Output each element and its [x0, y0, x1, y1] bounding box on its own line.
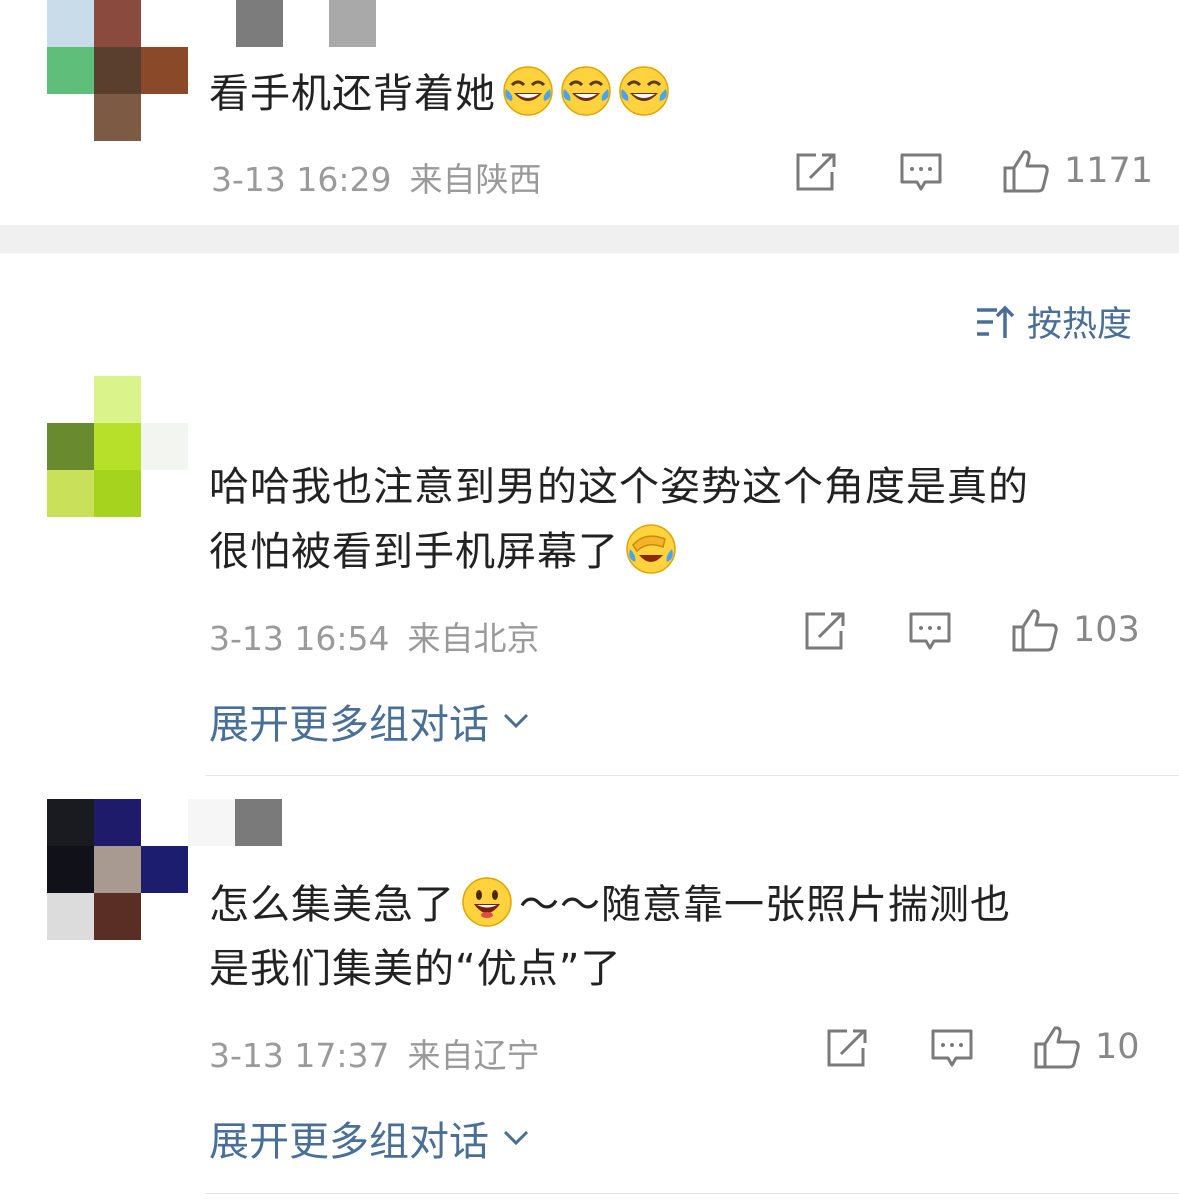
sort-label: 按热度 [1027, 305, 1133, 345]
comment-icon [909, 612, 951, 650]
sort-icon [977, 305, 1015, 338]
thumbs-up-icon [1012, 609, 1058, 652]
chevron-down-icon [503, 713, 529, 729]
comment-text-segment: 怎么集美急了 [209, 882, 455, 928]
comment-text-line: 哈哈我也注意到男的这个姿势这个角度是真的 [209, 464, 1029, 510]
comment-location: 来自北京 [407, 619, 540, 658]
comment-icon [931, 1029, 973, 1067]
comment-time: 3-13 16:29 [211, 160, 392, 199]
like-count: 10 [1095, 1027, 1140, 1067]
share-icon [827, 1029, 867, 1067]
like-button[interactable]: 103 [1011, 607, 1140, 653]
like-count: 1171 [1064, 151, 1154, 191]
like-count: 103 [1073, 610, 1140, 650]
comment-text: 看手机还背着她 [209, 62, 670, 126]
comment-icon [900, 153, 942, 191]
chevron-down-icon [503, 1130, 529, 1146]
comment-divider [205, 1193, 1179, 1194]
share-icon [796, 153, 836, 191]
grinning-emoji [462, 877, 512, 927]
comment-location: 来自辽宁 [407, 1036, 540, 1075]
share-button[interactable] [794, 152, 838, 192]
like-button[interactable]: 1171 [1002, 148, 1153, 194]
sort-toggle[interactable]: 按热度 [975, 296, 1132, 347]
reply-button[interactable] [908, 611, 952, 653]
comment-text-segment: ～～随意靠一张照片揣测也 [519, 882, 1011, 928]
reply-button[interactable] [899, 152, 943, 194]
share-icon [805, 612, 845, 650]
laughing-tears-emoji [503, 66, 553, 116]
share-button[interactable] [825, 1028, 869, 1068]
avatar[interactable] [47, 0, 188, 141]
username[interactable] [236, 0, 376, 47]
thumbs-up-icon [1003, 150, 1049, 193]
expand-conversation-link[interactable]: 展开更多组对话 [209, 692, 529, 750]
comment-text-line: 是我们集美的“优点”了 [209, 946, 622, 992]
reply-button[interactable] [930, 1028, 974, 1070]
comment-meta: 3-13 17:37 来自辽宁 [209, 1029, 540, 1077]
thumbs-up-icon [1034, 1026, 1080, 1069]
section-divider [0, 225, 1179, 253]
comment-time: 3-13 17:37 [209, 1036, 390, 1075]
comment-text: 很怕被看到手机屏幕了 [209, 520, 677, 584]
laughing-tears-emoji [561, 66, 611, 116]
laughing-tears-emoji [619, 66, 669, 116]
comment-divider [205, 775, 1179, 776]
comment-time: 3-13 16:54 [209, 619, 390, 658]
share-button[interactable] [803, 611, 847, 651]
comment-text-body: 看手机还背着她 [209, 71, 496, 117]
comment-meta: 3-13 16:29 来自陕西 [211, 153, 542, 201]
comment-text: 怎么集美急了 ～～随意靠一张照片揣测也 [209, 873, 1011, 937]
avatar[interactable] [47, 376, 188, 517]
facepalm-laugh-emoji [626, 524, 676, 574]
comment-meta: 3-13 16:54 来自北京 [209, 612, 540, 660]
comment-location: 来自陕西 [409, 160, 542, 199]
expand-label: 展开更多组对话 [209, 1119, 489, 1165]
like-button[interactable]: 10 [1033, 1024, 1140, 1070]
avatar[interactable] [47, 799, 188, 940]
username[interactable] [188, 799, 282, 846]
comment-text-line: 很怕被看到手机屏幕了 [209, 529, 619, 575]
expand-label: 展开更多组对话 [209, 702, 489, 748]
expand-conversation-link[interactable]: 展开更多组对话 [209, 1109, 529, 1167]
